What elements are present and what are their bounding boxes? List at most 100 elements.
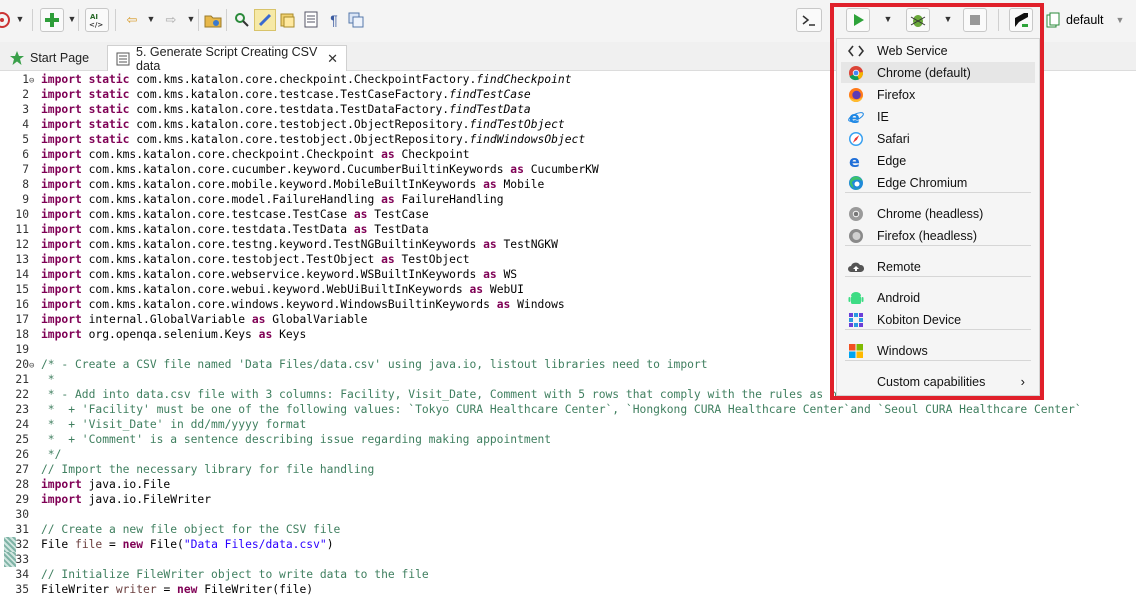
- run-button[interactable]: [846, 8, 870, 32]
- run-menu-item[interactable]: Android: [841, 287, 1035, 308]
- run-menu-item[interactable]: Safari: [841, 128, 1035, 149]
- code-token: * - Add into data.csv file with 3 column…: [41, 388, 871, 401]
- code-line[interactable]: 31 // Create a new file object for the CS…: [0, 522, 340, 537]
- code-line[interactable]: 22 * - Add into data.csv file with 3 col…: [0, 387, 871, 402]
- run-menu-item[interactable]: Web Service: [841, 40, 1035, 61]
- run-menu-item[interactable]: Edge Chromium: [841, 172, 1035, 193]
- code-token: import: [41, 283, 82, 296]
- code-token: as: [353, 223, 368, 236]
- svg-text:AI: AI: [90, 13, 98, 21]
- forward-arrow-icon[interactable]: ⇨: [162, 11, 180, 29]
- run-menu-item[interactable]: Custom capabilities ›: [841, 371, 1035, 392]
- run-menu-item-label: Firefox: [877, 87, 916, 102]
- terminal-button[interactable]: [796, 8, 822, 32]
- code-token: import: [41, 163, 82, 176]
- run-menu-item[interactable]: e Edge: [841, 150, 1035, 171]
- chrome-icon: [847, 64, 865, 82]
- code-line[interactable]: 16 import com.kms.katalon.core.windows.ke…: [0, 297, 564, 312]
- code-token: import: [41, 493, 82, 506]
- web-service-icon: [847, 42, 865, 60]
- code-line[interactable]: 2 import static com.kms.katalon.core.test…: [0, 87, 531, 102]
- tab-test-case[interactable]: 5. Generate Script Creating CSV data ✕: [107, 45, 347, 73]
- run-menu-item[interactable]: Kobiton Device: [841, 309, 1035, 330]
- code-line[interactable]: 26 */: [0, 447, 61, 462]
- run-menu-item-label: Chrome (headless): [877, 206, 984, 221]
- edge-chromium-icon: [847, 174, 865, 192]
- code-line[interactable]: 25 * + 'Comment' is a sentence describin…: [0, 432, 551, 447]
- code-token: com.kms.katalon.core.model.FailureHandli…: [81, 193, 382, 206]
- code-line[interactable]: 18 import org.openqa.selenium.Keys as Key…: [0, 327, 306, 342]
- code-line[interactable]: 29 import java.io.FileWriter: [0, 492, 211, 507]
- line-number: 30: [15, 508, 29, 521]
- chevron-down-icon[interactable]: ▼: [883, 14, 893, 24]
- tab-start-page[interactable]: Start Page: [2, 45, 97, 71]
- code-line[interactable]: 9 import com.kms.katalon.core.model.Failu…: [0, 192, 503, 207]
- run-menu-item[interactable]: Windows: [841, 340, 1035, 361]
- open-folder-icon[interactable]: [204, 11, 222, 29]
- code-token: import: [41, 298, 82, 311]
- run-menu-item[interactable]: Chrome (default): [841, 62, 1035, 83]
- code-line[interactable]: 12 import com.kms.katalon.core.testng.key…: [0, 237, 558, 252]
- code-line[interactable]: 7 import com.kms.katalon.core.cucumber.ke…: [0, 162, 599, 177]
- code-line[interactable]: 1⊖ import static com.kms.katalon.core.che…: [0, 72, 571, 87]
- profile-icon[interactable]: [0, 10, 12, 30]
- edge-icon: e: [847, 152, 865, 170]
- chevron-down-icon[interactable]: ▼: [15, 14, 25, 24]
- code-line[interactable]: 11 import com.kms.katalon.core.testdata.T…: [0, 222, 428, 237]
- code-line[interactable]: 10 import com.kms.katalon.core.testcase.T…: [0, 207, 428, 222]
- show-whitespace-icon[interactable]: [347, 11, 365, 29]
- code-line[interactable]: 32 File file = new File("Data Files/data.…: [0, 537, 333, 552]
- spy-icon[interactable]: [233, 11, 251, 29]
- chevron-down-icon[interactable]: ▼: [146, 14, 156, 24]
- script-icon: AI</>: [89, 13, 103, 29]
- code-line[interactable]: 14 import com.kms.katalon.core.webservice…: [0, 267, 517, 282]
- code-line[interactable]: 13 import com.kms.katalon.core.testobject…: [0, 252, 469, 267]
- run-menu-item[interactable]: e IE: [841, 106, 1035, 127]
- code-line[interactable]: 3 import static com.kms.katalon.core.test…: [0, 102, 531, 117]
- object-repository-icon[interactable]: [279, 11, 297, 29]
- run-menu-item[interactable]: Remote: [841, 256, 1035, 277]
- pilcrow-icon[interactable]: ¶: [325, 11, 343, 29]
- code-line[interactable]: 28 import java.io.File: [0, 477, 170, 492]
- stop-button[interactable]: [963, 8, 987, 32]
- line-number: 19: [15, 343, 29, 356]
- code-line[interactable]: 6 import com.kms.katalon.core.checkpoint.…: [0, 147, 469, 162]
- code-token: java.io.FileWriter: [81, 493, 212, 506]
- run-menu-item[interactable]: Firefox: [841, 84, 1035, 105]
- code-token: import: [41, 148, 82, 161]
- line-number: 31: [15, 523, 29, 536]
- close-icon[interactable]: ✕: [327, 51, 338, 67]
- code-line[interactable]: 8 import com.kms.katalon.core.mobile.keyw…: [0, 177, 544, 192]
- katalon-button[interactable]: [1009, 8, 1033, 32]
- keyword-script-button[interactable]: AI </>: [85, 8, 109, 32]
- code-line[interactable]: 23 * + 'Facility' must be one of the fol…: [0, 402, 1081, 417]
- code-line[interactable]: 20⊖/* - Create a CSV file named 'Data Fi…: [0, 357, 707, 372]
- code-line[interactable]: 19: [0, 342, 41, 357]
- run-menu-item[interactable]: Firefox (headless): [841, 225, 1035, 246]
- stop-icon: [970, 15, 980, 25]
- code-token: com.kms.katalon.core.testng.keyword.Test…: [81, 238, 484, 251]
- record-button[interactable]: [254, 9, 276, 31]
- safari-icon: [847, 130, 865, 148]
- code-token: as: [251, 313, 266, 326]
- code-line[interactable]: 35 FileWriter writer = new FileWriter(fil…: [0, 582, 313, 597]
- chevron-down-icon[interactable]: ▼: [67, 14, 77, 24]
- execution-profile-selector[interactable]: default ▼: [1046, 8, 1130, 32]
- run-menu-item[interactable]: Chrome (headless): [841, 203, 1035, 224]
- debug-button[interactable]: [906, 8, 930, 32]
- code-line[interactable]: 4 import static com.kms.katalon.core.test…: [0, 117, 565, 132]
- code-line[interactable]: 5 import static com.kms.katalon.core.test…: [0, 132, 585, 147]
- chevron-down-icon[interactable]: ▼: [186, 14, 196, 24]
- new-button[interactable]: [40, 8, 64, 32]
- code-line[interactable]: 24 * + 'Visit_Date' in dd/mm/yyyy format: [0, 417, 306, 432]
- code-line[interactable]: 34 // Initialize FileWriter object to wri…: [0, 567, 428, 582]
- code-line[interactable]: 27 // Import the necessary library for fi…: [0, 462, 374, 477]
- code-line[interactable]: 17 import internal.GlobalVariable as Glob…: [0, 312, 367, 327]
- code-line[interactable]: 15 import com.kms.katalon.core.webui.keyw…: [0, 282, 524, 297]
- code-line[interactable]: 21 *: [0, 372, 54, 387]
- code-line[interactable]: 30: [0, 507, 41, 522]
- code-token: import: [41, 268, 82, 281]
- back-arrow-icon[interactable]: ⇦: [123, 11, 141, 29]
- document-icon[interactable]: [302, 11, 320, 29]
- chevron-down-icon[interactable]: ▼: [943, 14, 953, 24]
